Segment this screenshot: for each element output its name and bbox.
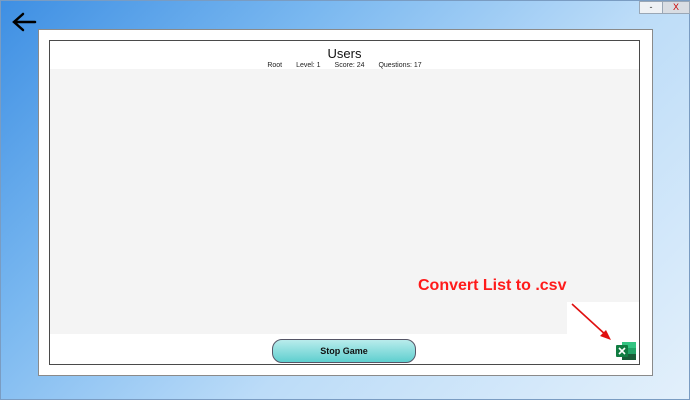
level-value: Level: 1: [296, 62, 321, 69]
user-name: Root: [267, 62, 283, 69]
users-frame: Users Root Level: 1 Score: 24 Questions:…: [49, 40, 640, 365]
back-arrow-icon[interactable]: [11, 11, 37, 33]
main-panel: Users Root Level: 1 Score: 24 Questions:…: [38, 29, 653, 376]
annotation-arrow: [571, 303, 611, 340]
annotation-label: Convert List to .csv: [418, 277, 567, 294]
stats-bar: Root Level: 1 Score: 24 Questions: 17: [50, 62, 639, 69]
close-button[interactable]: X: [662, 1, 690, 14]
app-window: - X Users Root Level: 1 Score: 24 Questi…: [0, 0, 690, 400]
questions-value: Questions: 17: [378, 62, 422, 69]
stop-game-button[interactable]: Stop Game: [272, 339, 416, 363]
minimize-button[interactable]: -: [639, 1, 663, 14]
excel-icon[interactable]: [615, 341, 637, 361]
page-title: Users: [327, 46, 362, 61]
score-value: Score: 24: [334, 62, 365, 69]
